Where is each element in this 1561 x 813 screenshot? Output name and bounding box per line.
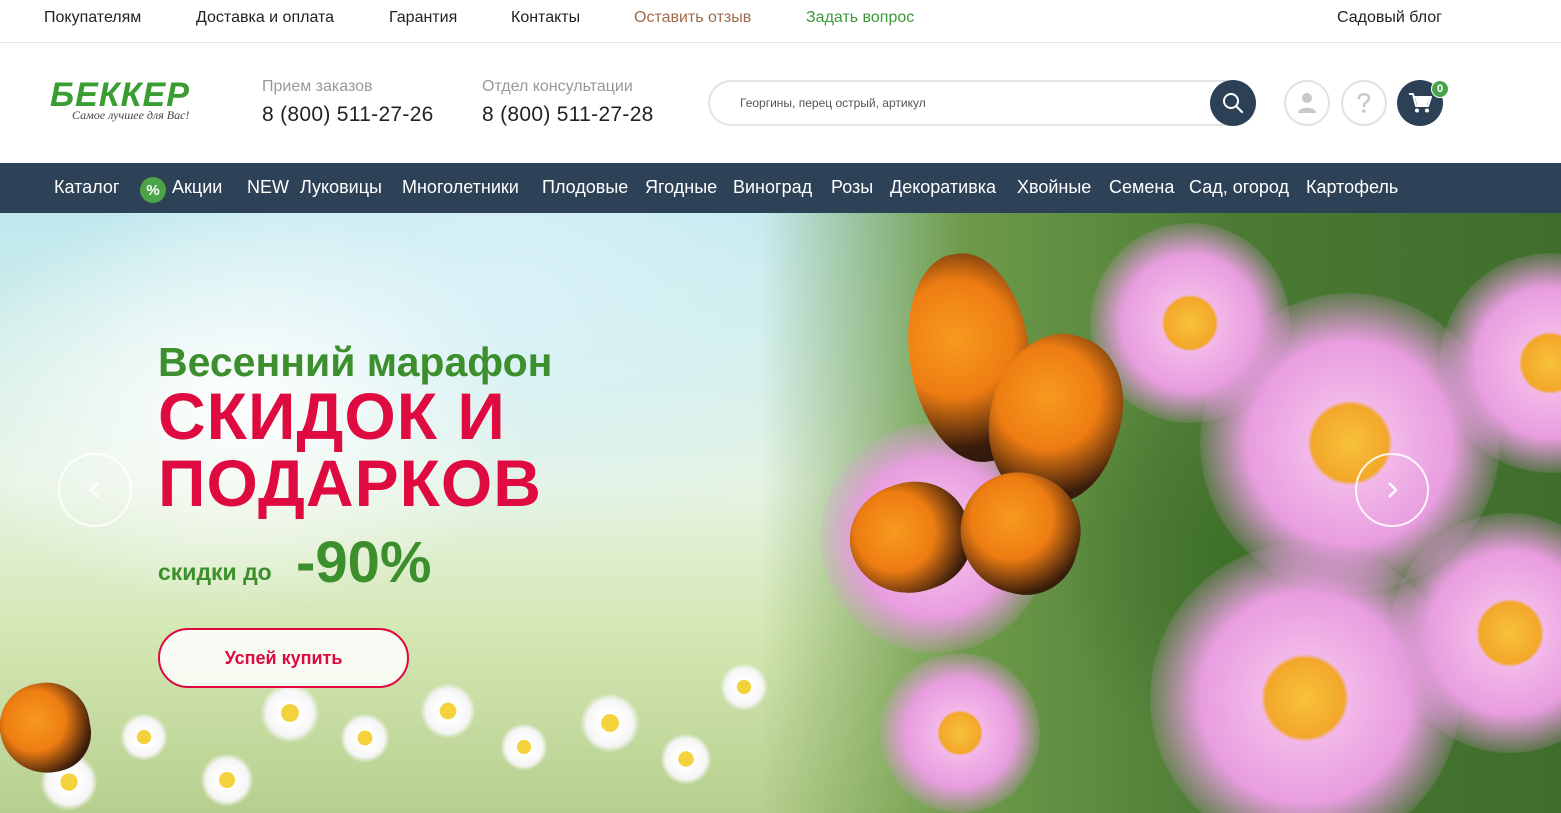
orders-label: Прием заказов	[262, 78, 373, 95]
topbar-link-blog[interactable]: Садовый блог	[1337, 9, 1442, 27]
topbar-link-review[interactable]: Оставить отзыв	[634, 9, 751, 27]
topbar-link-contacts[interactable]: Контакты	[511, 9, 580, 27]
nav-garden[interactable]: Сад, огород	[1189, 177, 1289, 198]
hero-headline-line1: СКИДОК И	[158, 379, 506, 453]
promo-percent-badge: %	[140, 177, 166, 203]
consult-label: Отдел консультации	[482, 78, 633, 95]
search-input[interactable]	[740, 92, 1190, 114]
consult-phone-block: Отдел консультации 8 (800) 511-27-28	[482, 78, 654, 127]
nav-roses[interactable]: Розы	[831, 177, 873, 198]
nav-seeds[interactable]: Семена	[1109, 177, 1174, 198]
topbar-link-warranty[interactable]: Гарантия	[389, 9, 457, 27]
top-bar: Покупателям Доставка и оплата Гарантия К…	[0, 0, 1561, 43]
nav-conifers[interactable]: Хвойные	[1017, 177, 1091, 198]
topbar-link-question[interactable]: Задать вопрос	[806, 9, 914, 27]
help-icon	[1357, 92, 1371, 113]
account-button[interactable]	[1284, 80, 1330, 126]
nav-new[interactable]: NEW	[247, 177, 289, 198]
logo[interactable]: БЕККЕР Самое лучшее для Вас!	[50, 76, 220, 126]
hero-discount-value: -90%	[296, 530, 432, 595]
hero-banner[interactable]: Весенний марафон СКИДОК И ПОДАРКОВ скидк…	[0, 213, 1561, 813]
slider-next-button[interactable]	[1355, 453, 1429, 527]
nav-fruit[interactable]: Плодовые	[542, 177, 628, 198]
nav-catalog[interactable]: Каталог	[54, 177, 119, 198]
nav-berries[interactable]: Ягодные	[645, 177, 717, 198]
hero-buy-button[interactable]: Успей купить	[158, 628, 409, 688]
nav-perennials[interactable]: Многолетники	[402, 177, 519, 198]
chevron-left-icon	[89, 482, 99, 498]
nav-decorative[interactable]: Декоративка	[890, 177, 996, 198]
user-icon	[1298, 93, 1316, 113]
cart-icon	[1409, 93, 1432, 113]
slider-prev-button[interactable]	[58, 453, 132, 527]
consult-phone[interactable]: 8 (800) 511-27-28	[482, 103, 654, 127]
nav-potatoes[interactable]: Картофель	[1306, 177, 1398, 198]
help-button[interactable]	[1341, 80, 1387, 126]
nav-promotions[interactable]: Акции	[172, 177, 222, 198]
hero-headline-line2: ПОДАРКОВ	[158, 446, 542, 520]
topbar-link-delivery[interactable]: Доставка и оплата	[196, 9, 334, 27]
logo-slogan: Самое лучшее для Вас!	[72, 108, 190, 122]
cart-count-badge: 0	[1431, 80, 1449, 98]
search-icon	[1223, 93, 1244, 114]
main-nav: Каталог Акции NEW Луковицы Многолетники …	[0, 163, 1561, 213]
topbar-link-buyers[interactable]: Покупателям	[44, 9, 141, 27]
search-button[interactable]	[1210, 80, 1256, 126]
search-box	[708, 80, 1256, 126]
orders-phone-block: Прием заказов 8 (800) 511-27-26	[262, 78, 434, 127]
nav-grapes[interactable]: Виноград	[733, 177, 812, 198]
orders-phone[interactable]: 8 (800) 511-27-26	[262, 103, 434, 127]
nav-bulbs[interactable]: Луковицы	[300, 177, 382, 198]
chevron-right-icon	[1388, 482, 1398, 498]
header: БЕККЕР Самое лучшее для Вас! Прием заказ…	[0, 43, 1561, 163]
hero-discount-label: скидки до	[158, 559, 272, 585]
